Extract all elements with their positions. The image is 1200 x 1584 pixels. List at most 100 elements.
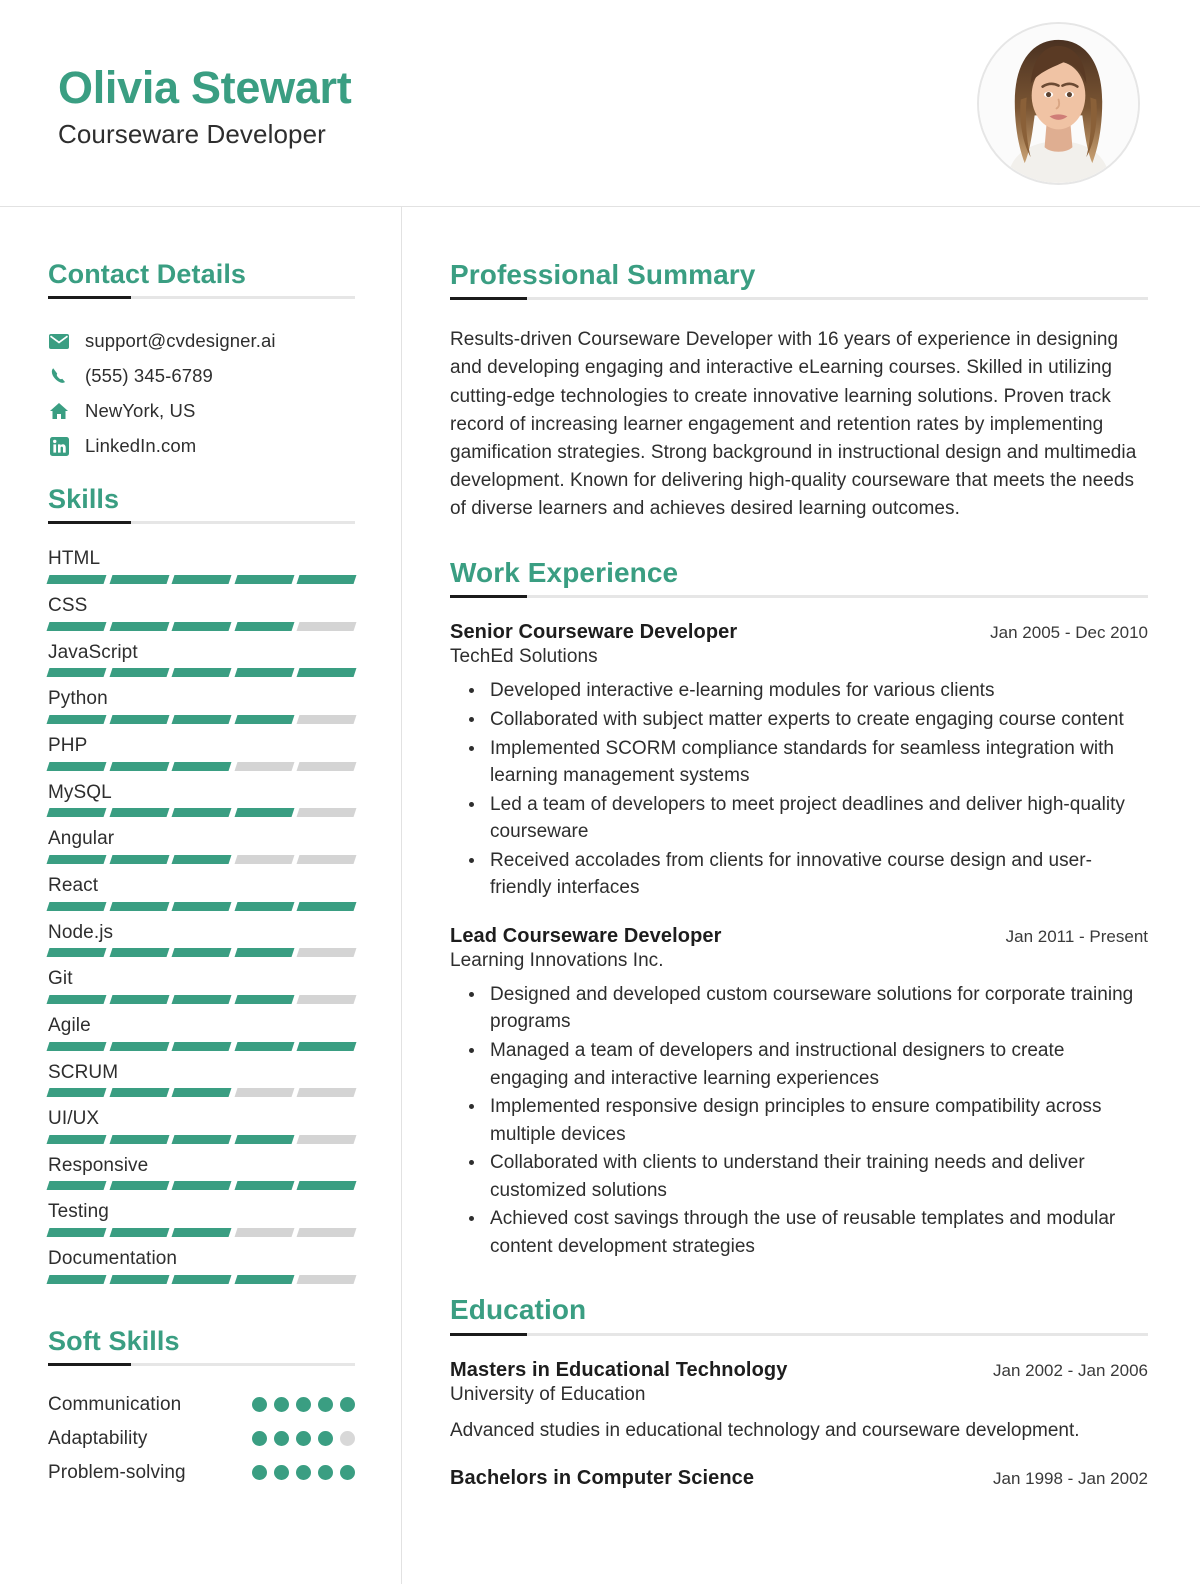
entry-date-range: Jan 2005 - Dec 2010: [990, 623, 1148, 643]
contact-item-email[interactable]: support@cvdesigner.ai: [48, 329, 355, 353]
skill-item: CSS: [46, 593, 357, 631]
rating-dot: [274, 1431, 289, 1447]
skill-level-segment: [296, 1088, 357, 1098]
rating-dot: [296, 1397, 311, 1413]
skill-level-bar: [46, 575, 357, 585]
skill-level-segment: [171, 901, 232, 911]
entry-date-range: Jan 1998 - Jan 2002: [992, 1469, 1148, 1489]
skill-level-segment: [296, 621, 357, 631]
skill-level-segment: [109, 854, 169, 864]
skill-name: React: [48, 874, 99, 896]
rating-dot: [274, 1465, 289, 1481]
soft-skill-name: Adaptability: [48, 1427, 148, 1449]
linkedin-icon: [48, 436, 70, 456]
skill-level-segment: [296, 948, 357, 958]
skill-level-segment: [234, 575, 294, 585]
entry-description: Advanced studies in educational technolo…: [450, 1419, 1080, 1441]
skill-level-segment: [234, 1274, 294, 1284]
contact-location-value: NewYork, US: [85, 400, 196, 422]
resume-body: Contact Details support@cvdesigner.ai (5…: [0, 207, 1200, 1584]
entry-bullet: Achieved cost savings through the use of…: [486, 1205, 1148, 1260]
skill-name: Git: [48, 968, 73, 990]
skill-level-segment: [234, 621, 294, 631]
skill-name: JavaScript: [48, 641, 138, 663]
education-entry: Masters in Educational Technology Jan 200…: [450, 1359, 1148, 1445]
soft-skill-row: Communication: [48, 1394, 355, 1416]
skills-list: HTML CSS JavaScript Python PHP MySQL Angular Re…: [46, 546, 357, 1284]
envelope-icon: [48, 331, 70, 351]
skill-level-segment: [46, 668, 107, 678]
work-experience-heading: Work Experience: [450, 557, 679, 589]
skill-item: JavaScript: [46, 640, 357, 678]
education-list: Masters in Educational Technology Jan 200…: [450, 1359, 1148, 1491]
section-work-experience: Work Experience Senior Courseware Develo…: [450, 557, 1148, 1260]
skill-name: Node.js: [48, 921, 114, 943]
job-title: Courseware Developer: [58, 119, 326, 150]
skill-level-bar: [46, 1228, 357, 1238]
skill-level-segment: [109, 1041, 169, 1051]
skill-name: Angular: [48, 828, 115, 850]
skill-name: Python: [48, 688, 108, 710]
skill-level-segment: [171, 1134, 232, 1144]
skill-item: SCRUM: [46, 1060, 357, 1098]
contact-item-location[interactable]: NewYork, US: [48, 399, 355, 423]
soft-skill-row: Problem-solving: [48, 1462, 355, 1484]
skill-level-segment: [109, 761, 169, 771]
skill-level-bar: [46, 854, 357, 864]
skill-level-segment: [171, 761, 232, 771]
skill-level-segment: [46, 1181, 107, 1191]
skill-level-segment: [234, 1134, 294, 1144]
skill-item: PHP: [46, 733, 357, 771]
section-rule: [48, 296, 355, 300]
skill-item: React: [46, 873, 357, 911]
soft-skill-name: Communication: [48, 1393, 182, 1415]
soft-skills-list: Communication Adaptability Problem-solving: [48, 1394, 355, 1484]
skill-name: MySQL: [48, 781, 112, 803]
skill-level-segment: [234, 761, 294, 771]
skill-item: UI/UX: [46, 1106, 357, 1144]
skill-level-segment: [46, 1228, 107, 1238]
skill-item: HTML: [46, 546, 357, 585]
section-rule: [48, 521, 355, 525]
skill-level-segment: [46, 715, 107, 725]
skill-level-segment: [46, 1274, 107, 1284]
skill-level-segment: [109, 1088, 169, 1098]
skill-name: Responsive: [48, 1154, 149, 1176]
skill-item: Testing: [46, 1199, 357, 1238]
entry-bullet-list: Developed interactive e-learning modules…: [450, 677, 1148, 901]
entry-bullet: Implemented SCORM compliance standards f…: [486, 735, 1148, 790]
skill-item: Documentation: [46, 1246, 357, 1284]
entry-bullet: Led a team of developers to meet project…: [486, 791, 1148, 846]
skill-level-bar: [46, 994, 357, 1004]
entry-bullet: Collaborated with subject matter experts…: [486, 706, 1148, 734]
skill-level-segment: [296, 994, 357, 1004]
skill-level-segment: [234, 901, 294, 911]
skill-level-segment: [296, 1041, 357, 1051]
contact-item-linkedin[interactable]: LinkedIn.com: [48, 434, 355, 458]
skill-level-segment: [171, 668, 232, 678]
main-column: Professional Summary Results-driven Cour…: [402, 207, 1200, 1584]
skill-name: CSS: [48, 595, 88, 617]
work-experience-entry: Lead Courseware Developer Jan 2011 - Pres…: [450, 925, 1148, 1260]
skill-item: Git: [46, 966, 357, 1004]
skill-level-segment: [109, 668, 169, 678]
section-professional-summary: Professional Summary Results-driven Cour…: [450, 259, 1148, 523]
entry-institution: University of Education: [450, 1383, 646, 1405]
skill-level-segment: [109, 715, 169, 725]
rating-dot: [274, 1397, 289, 1413]
skill-item: MySQL: [46, 780, 357, 818]
skill-level-segment: [171, 808, 232, 818]
soft-skills-heading: Soft Skills: [48, 1325, 180, 1356]
skill-level-segment: [171, 1228, 232, 1238]
skill-level-segment: [234, 1228, 294, 1238]
skill-level-segment: [46, 1134, 107, 1144]
skill-level-bar: [46, 1134, 357, 1144]
skill-level-bar: [46, 808, 357, 818]
work-experience-entry: Senior Courseware Developer Jan 2005 - De…: [450, 621, 1148, 901]
rating-dot: [252, 1397, 267, 1413]
contact-item-phone[interactable]: (555) 345-6789: [48, 364, 355, 388]
entry-bullet: Implemented responsive design principles…: [486, 1093, 1148, 1148]
skill-item: Node.js: [46, 920, 357, 958]
professional-summary-heading: Professional Summary: [450, 259, 756, 290]
home-icon: [48, 401, 70, 421]
